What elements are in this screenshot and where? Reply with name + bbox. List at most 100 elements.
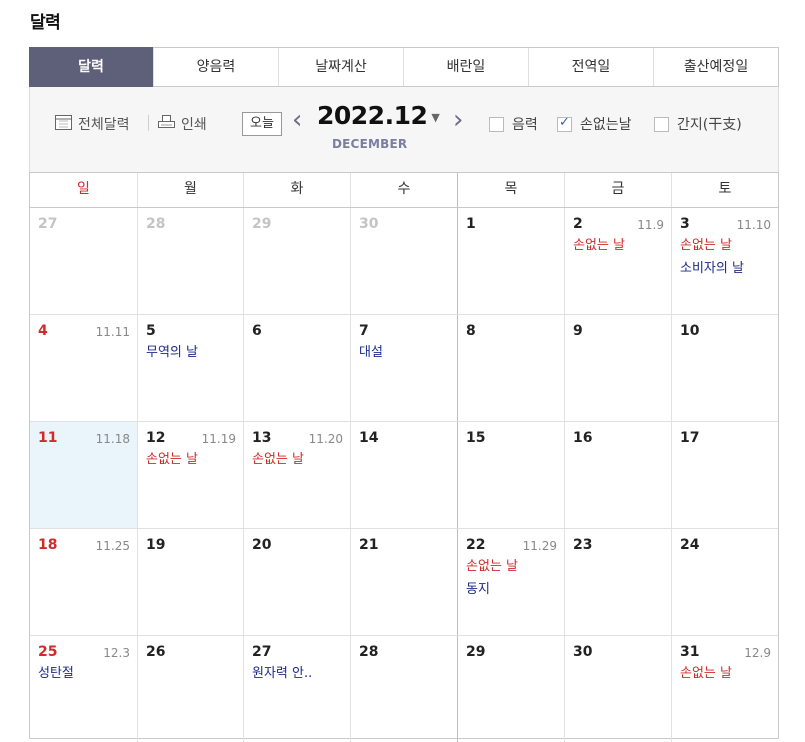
- holiday-label[interactable]: 대설: [359, 343, 449, 362]
- ganji-toggle[interactable]: 간지(干支): [654, 114, 742, 134]
- day-number: 10: [680, 323, 700, 339]
- sonless-toggle[interactable]: 손없는날: [557, 114, 632, 134]
- page-title: 달력: [30, 13, 61, 33]
- week-row: 18 11.25 19 20 21 22 11.29 손없는 날 동지 23 24: [30, 529, 778, 636]
- day-cell[interactable]: 27 원자력 안..: [243, 636, 350, 742]
- sonless-label: 손없는날: [580, 117, 632, 133]
- day-cell[interactable]: 12 11.19 손없는 날: [137, 422, 243, 528]
- day-cell[interactable]: 30: [350, 208, 457, 314]
- day-cell[interactable]: 6: [243, 315, 350, 421]
- next-month-icon[interactable]: ›: [453, 105, 463, 135]
- day-cell[interactable]: 29: [457, 636, 564, 742]
- lunar-checkbox[interactable]: [489, 116, 504, 132]
- lunar-date: 11.19: [201, 432, 236, 446]
- day-cell[interactable]: 13 11.20 손없는 날: [243, 422, 350, 528]
- day-cell[interactable]: 3 11.10 손없는 날 소비자의 날: [671, 208, 778, 314]
- holiday-label[interactable]: 동지: [466, 580, 556, 599]
- day-number: 7: [359, 323, 369, 339]
- holiday-label[interactable]: 무역의 날: [146, 343, 235, 362]
- tab-date-calc[interactable]: 날짜계산: [278, 48, 403, 86]
- ganji-label: 간지(干支): [677, 117, 742, 133]
- holiday-label[interactable]: 성탄절: [38, 664, 129, 683]
- day-cell[interactable]: 25 12.3 성탄절: [30, 636, 137, 742]
- holiday-label[interactable]: 소비자의 날: [680, 259, 770, 278]
- day-number: 15: [466, 430, 486, 446]
- day-cell[interactable]: 10: [671, 315, 778, 421]
- day-cell[interactable]: 29: [243, 208, 350, 314]
- day-cell[interactable]: 4 11.11: [30, 315, 137, 421]
- printer-icon: [158, 114, 175, 134]
- day-cell[interactable]: 23: [564, 529, 671, 635]
- tab-solar-lunar[interactable]: 양음력: [153, 48, 278, 86]
- day-cell[interactable]: 8: [457, 315, 564, 421]
- day-number: 27: [252, 644, 272, 660]
- sonless-day-label: 손없는 날: [680, 666, 732, 681]
- sonless-checkbox[interactable]: [557, 115, 572, 132]
- day-cell[interactable]: 9: [564, 315, 671, 421]
- sonless-day-label: 손없는 날: [466, 559, 518, 574]
- toolbar-divider: [148, 115, 149, 131]
- print-button[interactable]: 인쇄: [158, 114, 207, 134]
- day-cell[interactable]: 14: [350, 422, 457, 528]
- week-row: 27 28 29 30 1 2 11.9 손없는 날 3 11.10 손없는 날 소비자의 날: [30, 208, 778, 315]
- day-cell[interactable]: 31 12.9 손없는 날: [671, 636, 778, 742]
- day-number: 16: [573, 430, 593, 446]
- lunar-date: 11.9: [637, 218, 664, 232]
- today-button[interactable]: 오늘: [242, 112, 282, 136]
- weekday-header: 일 월 화 수 목 금 토: [30, 173, 778, 208]
- day-cell[interactable]: 26: [137, 636, 243, 742]
- day-cell[interactable]: 19: [137, 529, 243, 635]
- day-number: 28: [146, 216, 166, 232]
- day-number: 28: [359, 644, 379, 660]
- day-cell[interactable]: 24: [671, 529, 778, 635]
- day-cell[interactable]: 28: [137, 208, 243, 314]
- day-number: 5: [146, 323, 156, 339]
- lunar-label: 음력: [512, 117, 538, 133]
- day-cell[interactable]: 15: [457, 422, 564, 528]
- calendar-toolbar: 전체달력 인쇄 오늘 ‹ 2022.12▼ › DECEMBER 음력 손없는날…: [29, 87, 779, 172]
- day-cell[interactable]: 20: [243, 529, 350, 635]
- day-number: 27: [38, 216, 58, 232]
- ganji-checkbox[interactable]: [654, 116, 669, 132]
- day-cell[interactable]: 1: [457, 208, 564, 314]
- calendar-tabs: 달력 양음력 날짜계산 배란일 전역일 출산예정일: [29, 47, 779, 87]
- day-number: 30: [359, 216, 379, 232]
- week-row: 25 12.3 성탄절 26 27 원자력 안.. 28 29 30 31 12.9 손없는 날: [30, 636, 778, 742]
- calendar-grid-icon: [55, 114, 72, 134]
- tab-calendar[interactable]: 달력: [29, 47, 153, 87]
- day-cell[interactable]: 17: [671, 422, 778, 528]
- day-cell[interactable]: 22 11.29 손없는 날 동지: [457, 529, 564, 635]
- day-cell[interactable]: 28: [350, 636, 457, 742]
- day-number: 14: [359, 430, 379, 446]
- holiday-label[interactable]: 원자력 안..: [252, 664, 342, 683]
- lunar-date: 11.11: [95, 325, 130, 339]
- lunar-date: 11.18: [95, 432, 130, 446]
- day-cell[interactable]: 7 대설: [350, 315, 457, 421]
- sonless-day-label: 손없는 날: [573, 238, 625, 253]
- day-cell[interactable]: 16: [564, 422, 671, 528]
- lunar-toggle[interactable]: 음력: [489, 114, 538, 134]
- weekday-tue: 화: [243, 173, 350, 207]
- full-calendar-button[interactable]: 전체달력: [55, 114, 130, 134]
- day-cell[interactable]: 30: [564, 636, 671, 742]
- day-cell[interactable]: 27: [30, 208, 137, 314]
- day-number: 23: [573, 537, 593, 553]
- day-cell[interactable]: 21: [350, 529, 457, 635]
- full-calendar-label: 전체달력: [78, 117, 130, 133]
- caret-down-icon: ▼: [431, 110, 440, 124]
- day-cell[interactable]: 5 무역의 날: [137, 315, 243, 421]
- day-cell[interactable]: 11 11.18: [30, 422, 137, 528]
- weekday-thu: 목: [457, 173, 564, 207]
- day-number: 29: [252, 216, 272, 232]
- week-row: 11 11.18 12 11.19 손없는 날 13 11.20 손없는 날 14 15 16 17: [30, 422, 778, 529]
- day-cell[interactable]: 18 11.25: [30, 529, 137, 635]
- day-cell[interactable]: 2 11.9 손없는 날: [564, 208, 671, 314]
- day-number: 9: [573, 323, 583, 339]
- tab-ovulation[interactable]: 배란일: [403, 48, 528, 86]
- prev-month-icon[interactable]: ‹: [292, 105, 302, 135]
- tab-discharge-date[interactable]: 전역일: [528, 48, 653, 86]
- tab-due-date[interactable]: 출산예정일: [653, 48, 778, 86]
- weekday-wed: 수: [350, 173, 457, 207]
- month-selector[interactable]: 2022.12 ▼: [317, 101, 440, 130]
- week-row: 4 11.11 5 무역의 날 6 7 대설 8 9 10: [30, 315, 778, 422]
